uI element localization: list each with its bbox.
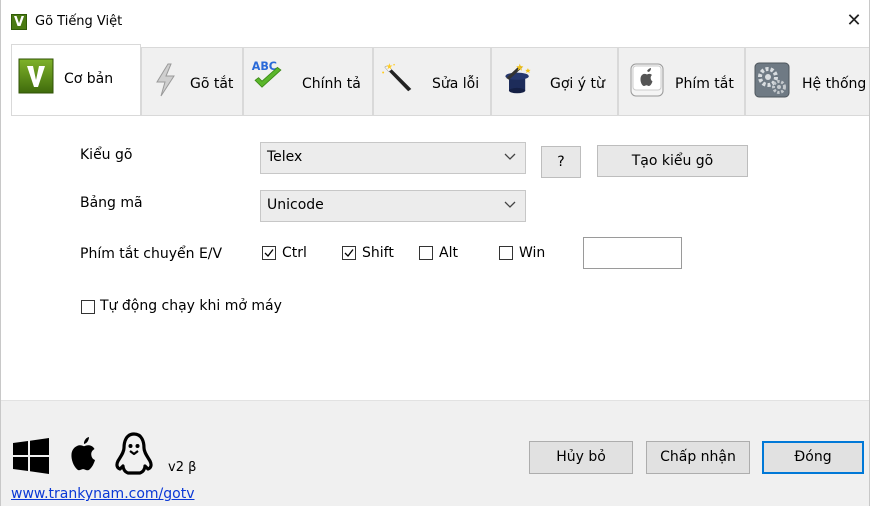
abc-check-icon: ABC xyxy=(252,60,282,88)
tab-label: Cơ bản xyxy=(64,71,114,87)
apple-key-icon xyxy=(630,63,664,97)
title-bar: V Gõ Tiếng Việt ✕ xyxy=(1,0,869,44)
create-input-method-button[interactable]: Tạo kiểu gõ xyxy=(597,145,748,177)
charset-select[interactable]: Unicode xyxy=(260,190,526,222)
hotkey-label: Phím tắt chuyển E/V xyxy=(80,246,223,262)
apply-button[interactable]: Chấp nhận xyxy=(646,441,750,474)
input-method-label: Kiểu gõ xyxy=(80,147,133,163)
magic-wand-icon xyxy=(382,63,412,92)
shift-checkbox[interactable] xyxy=(342,246,356,260)
autostart-checkbox[interactable] xyxy=(81,300,95,314)
charset-label: Bảng mã xyxy=(80,195,143,211)
footer: v2 β www.trankynam.com/gotv Hủy bỏ Chấp … xyxy=(1,400,869,506)
checkmark-icon xyxy=(344,249,354,257)
gear-system-icon xyxy=(754,62,790,98)
tab-chinh-ta[interactable]: ABC Chính tả xyxy=(243,47,373,116)
lightning-icon xyxy=(156,63,175,97)
tab-label: Phím tắt xyxy=(675,76,734,92)
version-label: v2 β xyxy=(168,460,197,475)
input-method-value: Telex xyxy=(267,149,303,165)
close-button[interactable]: Đóng xyxy=(762,441,864,474)
tab-sua-loi[interactable]: Sửa lỗi xyxy=(373,47,491,116)
win-checkbox[interactable] xyxy=(499,246,513,260)
app-window: V Gõ Tiếng Việt ✕ Cơ bản Gõ tắt ABC Chín… xyxy=(0,0,870,506)
win-label: Win xyxy=(519,245,546,261)
website-link[interactable]: www.trankynam.com/gotv xyxy=(11,486,195,502)
input-method-select[interactable]: Telex xyxy=(260,142,526,174)
linux-icon xyxy=(115,432,153,475)
help-button[interactable]: ? xyxy=(541,146,581,178)
tab-divider xyxy=(11,115,869,116)
chevron-down-icon xyxy=(504,201,516,208)
tab-bar: Cơ bản Gõ tắt ABC Chính tả Sửa lỗi Gợi ý… xyxy=(11,44,869,116)
charset-value: Unicode xyxy=(267,197,324,213)
alt-checkbox[interactable] xyxy=(419,246,433,260)
ctrl-label: Ctrl xyxy=(282,245,307,261)
tab-he-thong[interactable]: Hệ thống xyxy=(745,47,869,116)
chevron-down-icon xyxy=(504,153,516,160)
alt-label: Alt xyxy=(439,245,458,261)
tab-label: Hệ thống xyxy=(802,76,867,92)
shift-label: Shift xyxy=(362,245,394,261)
ctrl-checkbox[interactable] xyxy=(262,246,276,260)
tab-label: Chính tả xyxy=(302,76,361,92)
cancel-button[interactable]: Hủy bỏ xyxy=(529,441,633,474)
app-icon: V xyxy=(11,14,27,30)
tab-label: Sửa lỗi xyxy=(432,76,480,92)
close-window-button[interactable]: ✕ xyxy=(839,8,869,36)
tab-label: Gõ tắt xyxy=(190,76,234,92)
tab-phim-tat[interactable]: Phím tắt xyxy=(618,47,745,116)
apple-icon xyxy=(71,437,95,471)
window-title: Gõ Tiếng Việt xyxy=(35,14,123,29)
checkmark-icon xyxy=(264,249,274,257)
tab-goi-y-tu[interactable]: Gợi ý từ xyxy=(491,47,618,116)
tab-go-tat[interactable]: Gõ tắt xyxy=(141,47,243,116)
tab-co-ban[interactable]: Cơ bản xyxy=(11,44,141,116)
magic-hat-icon xyxy=(505,63,531,94)
windows-icon xyxy=(13,438,49,474)
autostart-label: Tự động chạy khi mở máy xyxy=(100,298,282,314)
tab-label: Gợi ý từ xyxy=(550,76,605,92)
v-logo-icon xyxy=(18,58,54,94)
hotkey-key-field[interactable] xyxy=(583,237,682,269)
